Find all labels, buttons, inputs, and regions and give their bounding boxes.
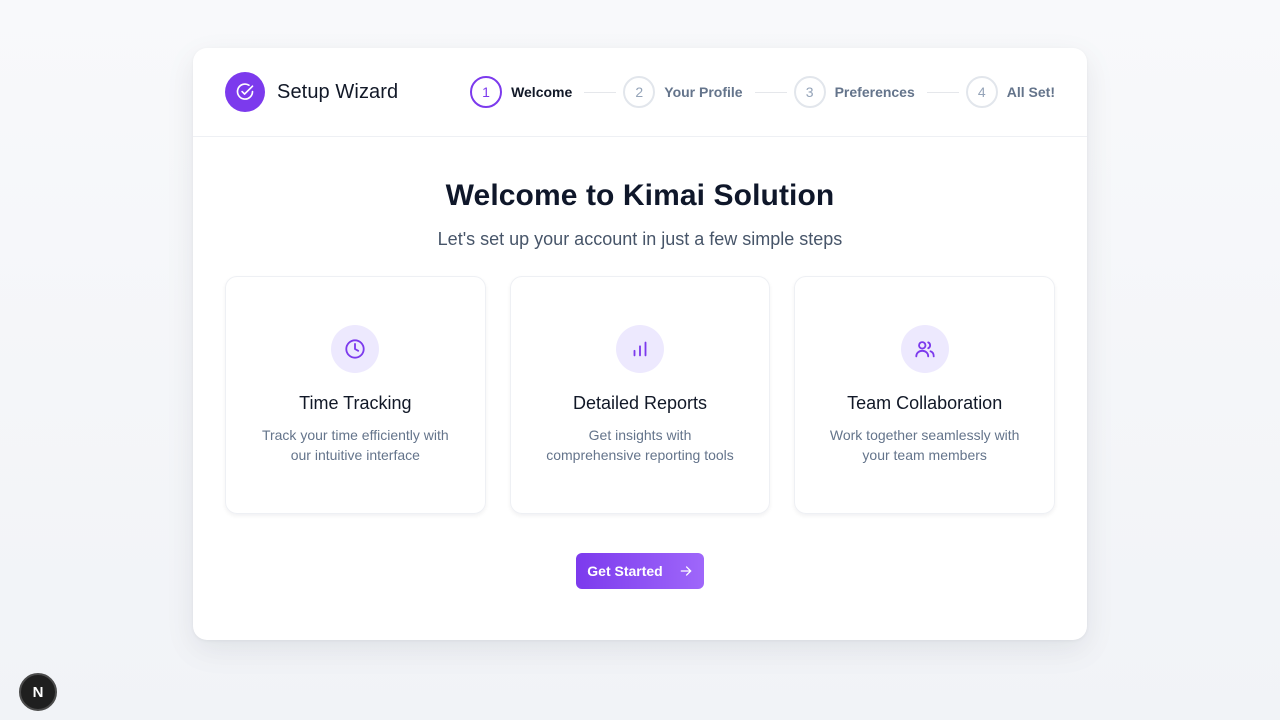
- setup-wizard-card: Setup Wizard 1 Welcome 2 Your Profile 3 …: [193, 48, 1087, 640]
- bar-chart-icon: [616, 325, 664, 373]
- step-all-set[interactable]: 4 All Set!: [965, 76, 1055, 108]
- clock-icon: [331, 325, 380, 373]
- nextjs-dev-badge[interactable]: N: [19, 673, 57, 711]
- step-label: Your Profile: [664, 84, 743, 100]
- page-title: Welcome to Kimai Solution: [445, 179, 835, 212]
- feature-list: Time Tracking Track your time efficientl…: [225, 276, 1056, 514]
- feature-description: Get insights with comprehensive reportin…: [546, 427, 734, 463]
- wizard-header: Setup Wizard 1 Welcome 2 Your Profile 3 …: [193, 48, 1087, 137]
- step-welcome[interactable]: 1 Welcome: [470, 76, 572, 108]
- brand-title: Setup Wizard: [277, 80, 399, 103]
- step-connector: [926, 91, 959, 93]
- feature-title: Detailed Reports: [572, 393, 708, 413]
- feature-title: Time Tracking: [299, 393, 412, 413]
- step-label: Preferences: [834, 84, 915, 100]
- welcome-content: Welcome to Kimai Solution Let's set up y…: [193, 179, 1087, 589]
- brand: Setup Wizard: [225, 72, 398, 112]
- step-connector: [584, 91, 617, 93]
- step-number: 2: [623, 76, 656, 108]
- arrow-right-icon: [680, 566, 692, 576]
- step-label: All Set!: [1006, 84, 1055, 100]
- stepper: 1 Welcome 2 Your Profile 3 Preferences 4…: [470, 76, 1055, 108]
- step-number: 3: [793, 76, 826, 108]
- feature-title: Team Collaboration: [847, 393, 1003, 413]
- step-your-profile[interactable]: 2 Your Profile: [623, 76, 743, 108]
- page-subtitle: Let's set up your account in just a few …: [437, 229, 843, 249]
- step-preferences[interactable]: 3 Preferences: [793, 76, 915, 108]
- feature-card-time-tracking: Time Tracking Track your time efficientl…: [225, 276, 486, 514]
- check-circle-icon: [225, 72, 265, 112]
- step-connector: [754, 91, 787, 93]
- users-icon: [900, 325, 949, 373]
- get-started-label: Get Started: [587, 563, 663, 579]
- step-number: 4: [965, 76, 998, 108]
- feature-card-team-collaboration: Team Collaboration Work together seamles…: [794, 276, 1056, 514]
- step-label: Welcome: [511, 84, 573, 100]
- step-number: 1: [470, 76, 503, 108]
- feature-description: Track your time efficiently with our int…: [261, 427, 449, 463]
- feature-card-detailed-reports: Detailed Reports Get insights with compr…: [509, 276, 771, 514]
- get-started-button[interactable]: Get Started: [576, 553, 704, 589]
- feature-description: Work together seamlessly with your team …: [829, 427, 1020, 463]
